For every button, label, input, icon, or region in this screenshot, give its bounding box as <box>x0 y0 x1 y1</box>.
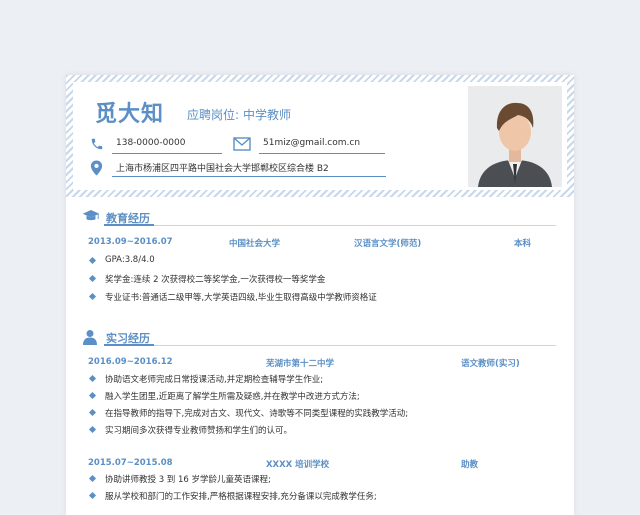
email-address: 51miz@gmail.com.cn <box>263 138 361 148</box>
bullet-diamond <box>88 391 97 400</box>
bullet-text: GPA:3.8/4.0 <box>105 255 155 265</box>
address-underline <box>112 176 386 177</box>
bullet-text: 实习期间多次获得专业教师赞扬和学生们的认可。 <box>105 426 293 436</box>
profile-photo <box>468 86 562 187</box>
person-icon <box>83 330 97 345</box>
job-date: 2015.07~2015.08 <box>88 458 173 468</box>
bullet-text: 在指导教师的指导下,完成对古文、现代文、诗歌等不同类型课程的实践教学活动; <box>105 409 409 419</box>
candidate-name: 觅大知 <box>95 102 165 127</box>
education-divider-accent <box>104 224 154 226</box>
location-icon <box>90 160 103 176</box>
job-date: 2016.09~2016.12 <box>88 357 173 367</box>
bullet-text: 奖学金:连续 2 次获得校二等奖学金,一次获得校一等奖学金 <box>105 275 326 285</box>
header-panel: 觅大知 应聘岗位: 中学教师 138-0000-0000 51miz@gmail.… <box>73 82 567 190</box>
bullet-text: 协助讲师教授 3 到 16 岁学龄儿童英语课程; <box>105 475 271 485</box>
phone-underline <box>112 153 222 154</box>
bullet-diamond <box>88 256 97 265</box>
bullet-diamond <box>88 474 97 483</box>
education-degree: 本科 <box>514 239 532 249</box>
bullet-diamond <box>88 274 97 283</box>
phone-icon <box>91 138 103 150</box>
position-label: 应聘岗位: <box>187 108 240 122</box>
job-organization: 芜湖市第十二中学 <box>266 359 335 369</box>
bullet-text: 融入学生团里,近距离了解学生所需及疑惑,并在教学中改进方式方法; <box>105 392 360 402</box>
email-underline <box>259 153 385 154</box>
resume-page: 觅大知 应聘岗位: 中学教师 138-0000-0000 51miz@gmail.… <box>66 75 574 515</box>
resume-header: 觅大知 应聘岗位: 中学教师 138-0000-0000 51miz@gmail.… <box>66 75 574 197</box>
internship-divider-accent <box>104 344 154 346</box>
address-text: 上海市杨浦区四平路中国社会大学邯郸校区综合楼 B2 <box>116 164 329 174</box>
email-icon <box>233 137 251 151</box>
internship-divider <box>104 345 556 346</box>
job-organization: XXXX 培训学校 <box>266 460 330 470</box>
education-school: 中国社会大学 <box>229 239 281 249</box>
education-date: 2013.09~2016.07 <box>88 237 173 247</box>
bullet-diamond <box>88 292 97 301</box>
bullet-text: 协助语文老师完成日常授课活动,并定期检查辅导学生作业; <box>105 375 324 385</box>
bullet-text: 服从学校和部门的工作安排,严格根据课程安排,充分备课以完成教学任务; <box>105 492 377 502</box>
education-divider <box>104 225 556 226</box>
bullet-diamond <box>88 425 97 434</box>
job-role: 语文教师(实习) <box>461 359 520 369</box>
education-major: 汉语言文学(师范) <box>354 239 422 249</box>
phone-number: 138-0000-0000 <box>116 138 186 148</box>
bullet-diamond <box>88 491 97 500</box>
bullet-diamond <box>88 408 97 417</box>
applied-position: 应聘岗位: 中学教师 <box>187 106 291 123</box>
position-value: 中学教师 <box>243 108 292 122</box>
bullet-diamond <box>88 374 97 383</box>
job-role: 助教 <box>461 460 479 470</box>
graduation-cap-icon <box>82 210 100 221</box>
bullet-text: 专业证书:普通话二级甲等,大学英语四级,毕业生取得高级中学教师资格证 <box>105 293 377 303</box>
portrait-image <box>468 86 562 187</box>
